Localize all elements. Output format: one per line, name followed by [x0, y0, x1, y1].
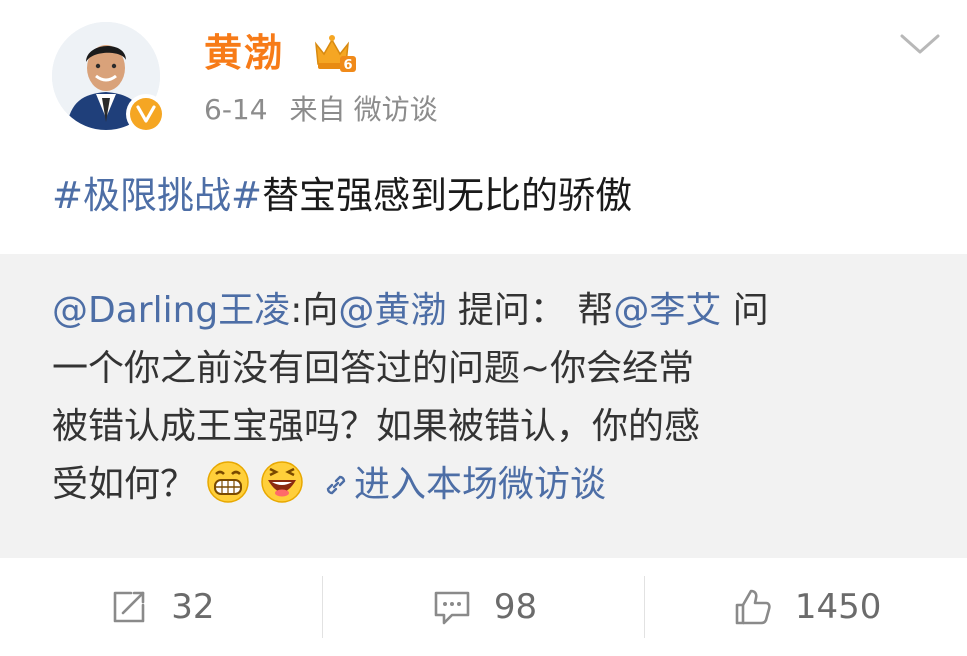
post-source[interactable]: 微访谈: [354, 93, 438, 126]
like-count: 1450: [794, 587, 882, 627]
quote-line-4-text: 受如何？: [52, 464, 197, 505]
quoted-question[interactable]: @Darling王凌:向@黄渤 提问： 帮@李艾 问 一个你之前没有回答过的问题…: [0, 254, 967, 558]
quote-sep: :向: [290, 290, 339, 331]
mention-li-ai[interactable]: @李艾: [613, 290, 721, 331]
laugh-emoji: [260, 460, 304, 504]
weibo-post: 黄渤 6 6-14 来自 微访谈 #极限挑战#替宝强感到无比的骄傲 @Darling…: [0, 0, 967, 656]
mention-asker[interactable]: @Darling王凌: [52, 290, 290, 331]
quote-line-1: @Darling王凌:向@黄渤 提问： 帮@李艾 问: [52, 282, 942, 340]
post-text: #极限挑战#替宝强感到无比的骄傲: [52, 170, 632, 222]
crown-member-icon[interactable]: 6: [312, 34, 358, 74]
quote-line-3: 被错认成王宝强吗？如果被错认，你的感: [52, 406, 701, 447]
post-body: 替宝强感到无比的骄傲: [262, 174, 633, 217]
grin-emoji: [206, 460, 250, 504]
comment-button[interactable]: 98: [323, 558, 645, 656]
enter-interview-link[interactable]: 进入本场微访谈: [354, 464, 606, 505]
quote-line-4: 受如何？ 进入本场微访谈: [52, 456, 942, 514]
author-name[interactable]: 黄渤: [204, 30, 284, 76]
post-date: 6-14: [204, 93, 268, 126]
verified-v-icon: [126, 94, 166, 134]
like-button[interactable]: 1450: [645, 558, 967, 656]
quote-text: @Darling王凌:向@黄渤 提问： 帮@李艾 问 一个你之前没有回答过的问题…: [52, 282, 942, 514]
link-icon[interactable]: [322, 459, 350, 495]
repost-button[interactable]: 32: [0, 558, 322, 656]
quote-line-2: 一个你之前没有回答过的问题~你会经常: [52, 348, 695, 389]
repost-icon: [113, 591, 145, 623]
hashtag-link[interactable]: #极限挑战#: [52, 174, 262, 217]
action-bar: 32 98 1450: [0, 558, 967, 656]
post-header: 黄渤 6 6-14 来自 微访谈: [0, 0, 967, 150]
thumbs-up-icon: [735, 589, 771, 625]
member-level: 6: [343, 58, 352, 73]
mention-target[interactable]: @黄渤: [338, 290, 446, 331]
ask-label: 提问： 帮: [446, 290, 614, 331]
repost-count: 32: [171, 587, 215, 627]
comment-icon: [434, 591, 470, 625]
quote-line-1-tail: 问: [721, 290, 769, 331]
author-avatar[interactable]: [52, 22, 166, 134]
source-prefix: 来自: [289, 93, 346, 126]
chevron-down-icon[interactable]: [898, 30, 942, 58]
post-meta: 6-14 来自 微访谈: [204, 92, 438, 128]
comment-count: 98: [493, 587, 538, 627]
